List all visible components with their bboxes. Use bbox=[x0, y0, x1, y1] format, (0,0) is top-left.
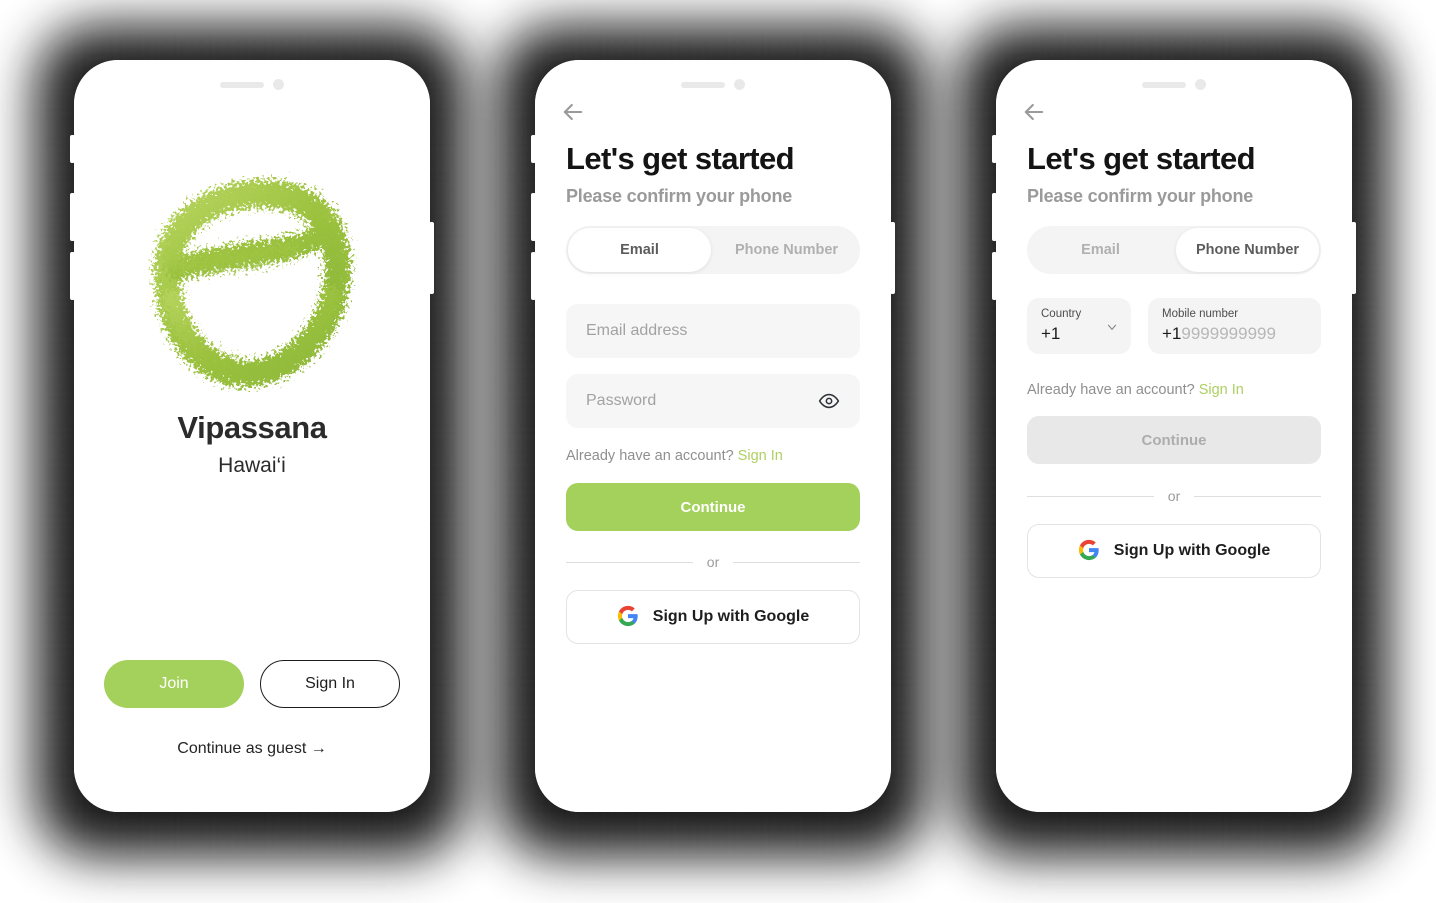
page-subtitle: Please confirm your phone bbox=[566, 186, 793, 206]
phone-1-screen: Vipassana Hawai‘i Join Sign In Continue … bbox=[74, 60, 430, 812]
brand-location: Hawai‘i bbox=[218, 454, 286, 477]
mobile-number-value: +19999999999 bbox=[1162, 323, 1307, 345]
mobile-number-label: Mobile number bbox=[1162, 308, 1239, 320]
tab-email[interactable]: Email bbox=[1029, 228, 1172, 272]
chevron-down-icon bbox=[1107, 324, 1117, 330]
sign-in-button[interactable]: Sign In bbox=[260, 660, 400, 708]
page-title: Let's get started bbox=[1027, 141, 1256, 176]
sign-in-link[interactable]: Sign In bbox=[738, 448, 783, 464]
divider-label: or bbox=[1167, 488, 1181, 504]
sign-up-with-google-button[interactable]: Sign Up with Google bbox=[566, 590, 860, 644]
arrow-left-icon bbox=[563, 103, 583, 121]
google-g-icon bbox=[1078, 539, 1100, 564]
divider-line-right bbox=[733, 561, 861, 563]
back-button[interactable] bbox=[559, 98, 587, 126]
email-field[interactable]: Email address bbox=[566, 304, 860, 358]
divider-label: or bbox=[706, 554, 720, 570]
arrow-right-icon: → bbox=[310, 740, 327, 757]
phone-1-notch bbox=[74, 79, 430, 90]
country-code-select[interactable]: Country +1 bbox=[1027, 298, 1131, 354]
have-account-text: Already have an account? bbox=[1027, 382, 1195, 398]
continue-button[interactable]: Continue bbox=[566, 483, 860, 531]
vipassana-leaf-logo-icon bbox=[154, 180, 351, 388]
google-button-label: Sign Up with Google bbox=[1113, 542, 1271, 559]
join-button[interactable]: Join bbox=[104, 660, 244, 708]
speaker-grille-icon bbox=[220, 81, 264, 88]
email-field-placeholder: Email address bbox=[586, 322, 688, 339]
continue-as-guest-label: Continue as guest bbox=[177, 740, 307, 757]
divider-line-left bbox=[566, 561, 693, 563]
front-camera-icon bbox=[1195, 79, 1206, 90]
divider-line-left bbox=[1027, 495, 1154, 497]
auth-method-tabs: Email Phone Number bbox=[566, 226, 860, 274]
screenshot-canvas: Vipassana Hawai‘i Join Sign In Continue … bbox=[0, 0, 1436, 903]
continue-button[interactable]: Continue bbox=[1027, 416, 1321, 464]
phone-2-screen: Let's get started Please confirm your ph… bbox=[535, 60, 891, 812]
password-field-placeholder: Password bbox=[586, 392, 657, 409]
mobile-number-field[interactable]: Mobile number +19999999999 bbox=[1148, 298, 1321, 354]
phone-3-notch bbox=[996, 79, 1352, 90]
country-label: Country bbox=[1041, 308, 1082, 320]
auth-method-tabs: Email Phone Number bbox=[1027, 226, 1321, 274]
have-account-row: Already have an account? Sign In bbox=[1027, 382, 1244, 398]
app-logo bbox=[74, 160, 430, 392]
phone-input-row: Country +1 Mobile number +19999999999 bbox=[1027, 298, 1321, 354]
eye-icon[interactable] bbox=[818, 390, 840, 412]
welcome-actions: Join Sign In bbox=[104, 660, 400, 708]
page-title: Let's get started bbox=[566, 141, 795, 176]
phone-1-frame: Vipassana Hawai‘i Join Sign In Continue … bbox=[70, 60, 434, 812]
mobile-number-placeholder: 9999999999 bbox=[1181, 324, 1276, 343]
divider-or: or bbox=[566, 554, 861, 570]
divider-line-right bbox=[1194, 495, 1322, 497]
speaker-grille-icon bbox=[1142, 81, 1186, 88]
sign-up-with-google-button[interactable]: Sign Up with Google bbox=[1027, 524, 1321, 578]
continue-as-guest-link[interactable]: Continue as guest → bbox=[74, 740, 430, 758]
have-account-row: Already have an account? Sign In bbox=[566, 448, 783, 464]
page-subtitle: Please confirm your phone bbox=[1027, 186, 1254, 206]
tab-phone-number[interactable]: Phone Number bbox=[715, 228, 858, 272]
phone-3-frame: Let's get started Please confirm your ph… bbox=[992, 60, 1356, 812]
mobile-number-prefix: +1 bbox=[1162, 324, 1182, 343]
password-field[interactable]: Password bbox=[566, 374, 860, 428]
back-button[interactable] bbox=[1020, 98, 1048, 126]
tab-email[interactable]: Email bbox=[568, 228, 711, 272]
arrow-left-icon bbox=[1024, 103, 1044, 121]
google-g-icon bbox=[617, 605, 639, 630]
google-button-label: Sign Up with Google bbox=[652, 608, 810, 625]
have-account-text: Already have an account? bbox=[566, 448, 734, 464]
tab-phone-number[interactable]: Phone Number bbox=[1176, 228, 1319, 272]
front-camera-icon bbox=[273, 79, 284, 90]
sign-in-link[interactable]: Sign In bbox=[1199, 382, 1244, 398]
phone-3-screen: Let's get started Please confirm your ph… bbox=[996, 60, 1352, 812]
divider-or: or bbox=[1027, 488, 1322, 504]
front-camera-icon bbox=[734, 79, 745, 90]
speaker-grille-icon bbox=[681, 81, 725, 88]
phone-2-notch bbox=[535, 79, 891, 90]
phone-2-frame: Let's get started Please confirm your ph… bbox=[531, 60, 895, 812]
page-title: Vipassana bbox=[177, 410, 327, 445]
